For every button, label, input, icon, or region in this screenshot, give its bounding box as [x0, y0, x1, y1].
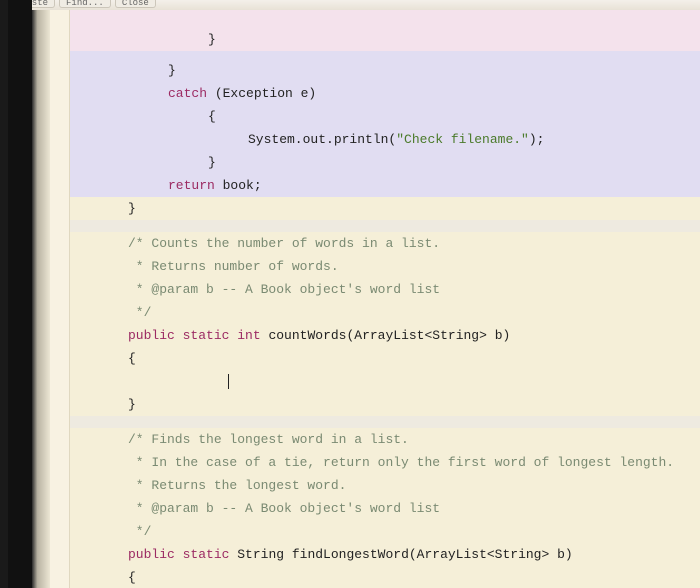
toolbar: Paste Find... Close	[8, 0, 700, 10]
monitor-bezel	[8, 0, 32, 588]
editor-left-edge	[32, 10, 50, 588]
code-line: */	[70, 301, 700, 324]
code-line	[70, 10, 700, 28]
code-line: }	[70, 59, 700, 82]
code-line: }	[70, 28, 700, 51]
code-line	[70, 370, 700, 393]
code-line: {	[70, 347, 700, 370]
code-line: }	[70, 197, 700, 220]
code-line: System.out.println("Check filename.");	[70, 128, 700, 151]
text-cursor	[228, 374, 229, 389]
code-line: /* Finds the longest word in a list.	[70, 428, 700, 451]
code-line: * Returns number of words.	[70, 255, 700, 278]
code-line: * @param b -- A Book object's word list	[70, 278, 700, 301]
code-line: /* Counts the number of words in a list.	[70, 232, 700, 255]
code-line: * In the case of a tie, return only the …	[70, 451, 700, 474]
code-line: return book;	[70, 174, 700, 197]
code-line: }	[70, 151, 700, 174]
code-line: }	[70, 393, 700, 416]
block-gap	[70, 416, 700, 428]
code-line: * Returns the longest word.	[70, 474, 700, 497]
code-line: * @param b -- A Book object's word list	[70, 497, 700, 520]
code-line	[70, 51, 700, 59]
code-line: public static String findLongestWord(Arr…	[70, 543, 700, 566]
line-number-gutter	[50, 10, 70, 588]
code-line: catch (Exception e)	[70, 82, 700, 105]
screen: Paste Find... Close } } catch (Exception…	[8, 0, 700, 588]
block-gap	[70, 220, 700, 232]
code-line: */	[70, 520, 700, 543]
close-button[interactable]: Close	[115, 0, 156, 8]
code-line: {	[70, 566, 700, 588]
code-line: public static int countWords(ArrayList<S…	[70, 324, 700, 347]
find-button[interactable]: Find...	[59, 0, 111, 8]
code-editor[interactable]: } } catch (Exception e) { System.out.pri…	[70, 10, 700, 588]
code-line: {	[70, 105, 700, 128]
